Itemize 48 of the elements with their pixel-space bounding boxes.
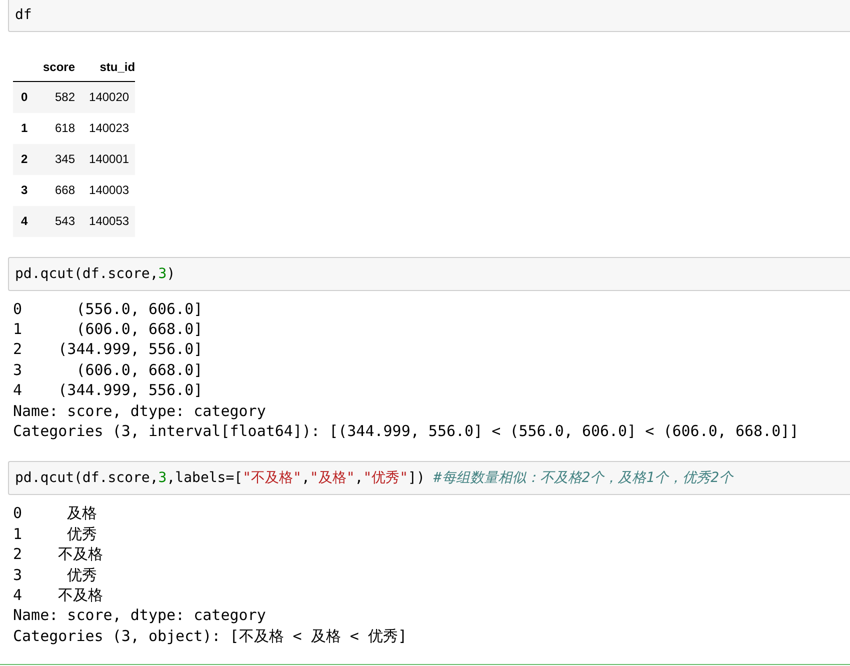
code-input[interactable]: pd.qcut(df.score,3,labels=["不及格","及格","优秀"]) #每组数量相似：不及格2个，及格1个，优秀2个 (8, 461, 850, 496)
table-cell: 140053 (89, 214, 130, 228)
output-line: 1 (606.0, 668.0] (13, 318, 204, 340)
code-token: 3 (158, 266, 167, 282)
table-cell: 668 (55, 183, 76, 197)
column-header: stu_id (100, 60, 136, 74)
row-index: 3 (21, 183, 28, 197)
row-index: 4 (21, 214, 28, 228)
table-cell: 582 (55, 90, 76, 104)
code-token: 3 (158, 470, 167, 486)
code-token: ) (166, 266, 176, 282)
code-token: pd.qcut(df.score, (15, 266, 158, 282)
code-token: , (301, 470, 310, 486)
output-line: 0 (556.0, 606.0] (13, 298, 204, 319)
output-line: Name: score, dtype: category (13, 400, 267, 421)
table-cell: 140020 (89, 90, 130, 104)
code-token: "优秀" (363, 470, 408, 486)
output-line: Name: score, dtype: category (13, 605, 267, 626)
output-line: 4 不及格 (13, 584, 104, 606)
output-line: Categories (3, interval[float64]): [(344.999, 556.0] < (556.0, 606.0] < (606.0, 668.0]] (13, 420, 800, 442)
code-token: ]) (408, 470, 426, 486)
table-cell: 140003 (89, 183, 130, 197)
output-line: 3 优秀 (13, 564, 98, 585)
output-line: 2 不及格 (13, 544, 104, 565)
output-line: 2 (344.999, 556.0] (13, 339, 204, 360)
table-cell: 140001 (89, 152, 130, 166)
code-token: "不及格" (242, 470, 302, 486)
output-line: 1 优秀 (13, 524, 98, 544)
code-token: pd.qcut(df.score, (15, 470, 158, 486)
column-header: score (43, 60, 76, 74)
code-input[interactable]: pd.qcut(df.score,3) (8, 256, 850, 290)
code-token: , (354, 470, 364, 486)
code-comment: #每组数量相似：不及格2个，及格1个，优秀2个 (433, 470, 734, 486)
output-line: 0 及格 (13, 503, 98, 524)
code-token: ,labels=[ (166, 470, 243, 486)
row-index: 1 (21, 121, 28, 135)
table-cell: 543 (55, 214, 76, 228)
output-line: 4 (344.999, 556.0] (13, 380, 204, 401)
output-line: 3 (606.0, 668.0] (13, 360, 204, 380)
output-line: Categories (3, object): [不及格 < 及格 < 优秀] (13, 626, 408, 646)
table-cell: 140023 (89, 121, 130, 135)
code-token: df (15, 7, 32, 23)
table-cell: 618 (55, 121, 76, 135)
row-index: 2 (21, 152, 28, 166)
table-cell: 345 (55, 152, 76, 166)
row-index: 0 (21, 90, 28, 104)
code-input[interactable]: df (8, 0, 850, 32)
code-token: "及格" (310, 470, 355, 486)
